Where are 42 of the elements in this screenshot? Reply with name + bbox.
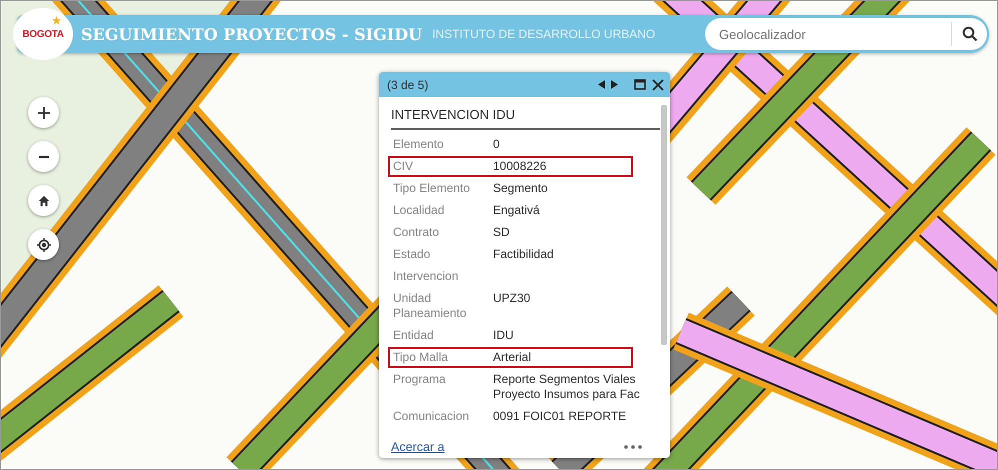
field-label: Tipo Malla [393,350,449,365]
next-icon[interactable] [611,80,618,89]
field-value: Arterial [493,350,532,365]
field-value: 0091 FOIC01 REPORTE [493,409,628,424]
zoom-to-link[interactable]: Acercar a [391,440,444,454]
field-label: Programa [393,372,447,387]
field-value: 0 [493,137,501,152]
search-field[interactable]: Geolocalizador [705,18,987,50]
logo-text: BOGOTA [22,28,64,40]
field-value: Segmento [493,181,549,196]
star-icon [52,16,61,25]
maximize-icon[interactable] [634,79,646,90]
field-value: Factibilidad [493,247,555,262]
field-value: IDU [493,328,515,343]
field-label: CIV [393,159,414,174]
search-icon [962,26,978,42]
field-label: Contrato [393,225,440,240]
popup-title: INTERVENCION IDU [391,105,660,130]
field-label: Comunicacion [393,409,470,424]
plus-icon [36,106,50,120]
field-label: Intervencion [393,269,460,284]
field-value: 10008226 [493,159,548,174]
field-label: Localidad [393,203,446,218]
close-icon[interactable] [652,78,664,90]
feature-counter: (3 de 5) [387,78,428,92]
field-label: Tipo Elemento [393,181,471,196]
home-icon [38,194,50,206]
scrollbar[interactable] [661,105,667,345]
previous-icon[interactable] [598,80,605,89]
app-subtitle: INSTITUTO DE DESARROLLO URBANO [432,27,656,41]
field-value: SD [493,225,511,240]
field-label: Estado [393,247,432,262]
field-label: Unidad Planeamiento [393,291,468,321]
crosshair-icon [36,238,50,252]
search-input[interactable]: Geolocalizador [705,26,951,42]
field-value: UPZ30 [493,291,532,306]
field-label: Entidad [393,328,435,343]
more-icon[interactable] [624,445,642,449]
field-label: Elemento [393,137,445,152]
app-title: SEGUIMIENTO PROYECTOS - SIGIDU [81,24,422,44]
field-value: Reporte Segmentos Viales Proyecto Insumos para Fac [493,372,641,402]
field-value: Engativá [493,203,541,218]
